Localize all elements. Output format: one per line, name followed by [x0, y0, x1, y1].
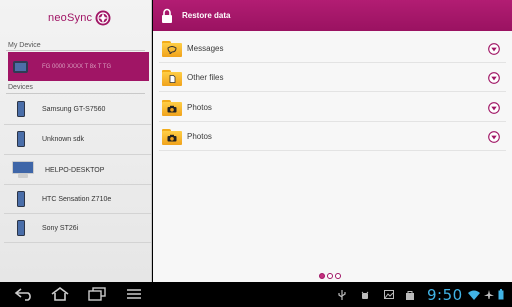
device-name: HTC Sensation Z710e: [42, 195, 112, 203]
device-item-unknown-sdk[interactable]: Unknown sdk: [4, 125, 150, 153]
page-title: Restore data: [182, 11, 231, 20]
chevron-down-icon[interactable]: [488, 72, 500, 84]
chevron-down-icon[interactable]: [488, 43, 500, 55]
device-name: Samsung GT-S7560: [42, 105, 106, 113]
action-bar: Restore data: [153, 0, 512, 31]
phone-icon: [17, 220, 25, 236]
device-name: Unknown sdk: [42, 135, 85, 143]
home-icon[interactable]: [50, 287, 70, 301]
my-device-item[interactable]: FG 0000 XXXX T 8x T TG: [8, 52, 149, 81]
device-item-htc[interactable]: HTC Sensation Z710e: [4, 185, 150, 213]
chevron-down-icon[interactable]: [488, 131, 500, 143]
divider: [4, 154, 151, 155]
item-label: Photos: [187, 103, 212, 112]
camera-folder-icon: [162, 99, 182, 116]
android-debug-icon: [361, 291, 369, 299]
page-indicator: [319, 273, 341, 279]
divider: [6, 93, 145, 94]
device-item-helpo-desktop[interactable]: HELPO-DESKTOP: [4, 156, 150, 184]
divider: [6, 50, 145, 51]
clock: 9:50: [427, 286, 463, 304]
image-icon: [384, 290, 394, 299]
brand-name: neoSync: [48, 12, 93, 24]
chevron-down-icon[interactable]: [488, 102, 500, 114]
restore-item-messages[interactable]: Messages: [159, 35, 506, 63]
restore-item-other-files[interactable]: Other files: [159, 64, 506, 92]
device-name: HELPO-DESKTOP: [45, 166, 105, 174]
shopping-bag-icon: [406, 291, 414, 300]
restore-item-photos[interactable]: Photos: [159, 123, 506, 151]
item-label: Other files: [187, 73, 224, 82]
my-device-name: FG 0000 XXXX T 8x T TG: [42, 63, 112, 70]
page-dot[interactable]: [335, 273, 341, 279]
page-dot[interactable]: [327, 273, 333, 279]
device-item-samsung[interactable]: Samsung GT-S7560: [4, 95, 150, 123]
battery-icon: [498, 289, 504, 300]
restore-item-photos[interactable]: Photos: [159, 94, 506, 122]
device-name: Sony ST26i: [42, 224, 79, 232]
page-dot[interactable]: [319, 273, 325, 279]
devices-label: Devices: [8, 84, 33, 91]
monitor-icon: [12, 161, 34, 179]
item-label: Messages: [187, 44, 224, 53]
device-item-sony[interactable]: Sony ST26i: [4, 214, 150, 242]
recent-apps-icon[interactable]: [87, 287, 107, 301]
airplane-icon: [484, 290, 494, 299]
restore-list: Messages Other files Photos Photos: [153, 31, 512, 282]
system-bar: 9:50: [0, 282, 512, 307]
sidebar: neoSync My Device FG 0000 XXXX T 8x T TG…: [0, 0, 152, 282]
message-folder-icon: [162, 40, 182, 57]
phone-icon: [17, 191, 25, 207]
brand: neoSync: [48, 8, 111, 28]
file-folder-icon: [162, 69, 182, 86]
wifi-icon: [468, 290, 480, 300]
divider: [4, 242, 151, 243]
phone-icon: [17, 131, 25, 147]
item-label: Photos: [187, 132, 212, 141]
menu-icon[interactable]: [124, 287, 144, 301]
back-icon[interactable]: [14, 287, 34, 301]
usb-icon: [338, 290, 346, 300]
phone-icon: [17, 101, 25, 117]
my-device-label: My Device: [8, 42, 41, 49]
camera-folder-icon: [162, 128, 182, 145]
neosync-logo-icon: [95, 10, 111, 26]
tablet-icon: [13, 60, 28, 73]
lock-icon: [162, 8, 172, 23]
